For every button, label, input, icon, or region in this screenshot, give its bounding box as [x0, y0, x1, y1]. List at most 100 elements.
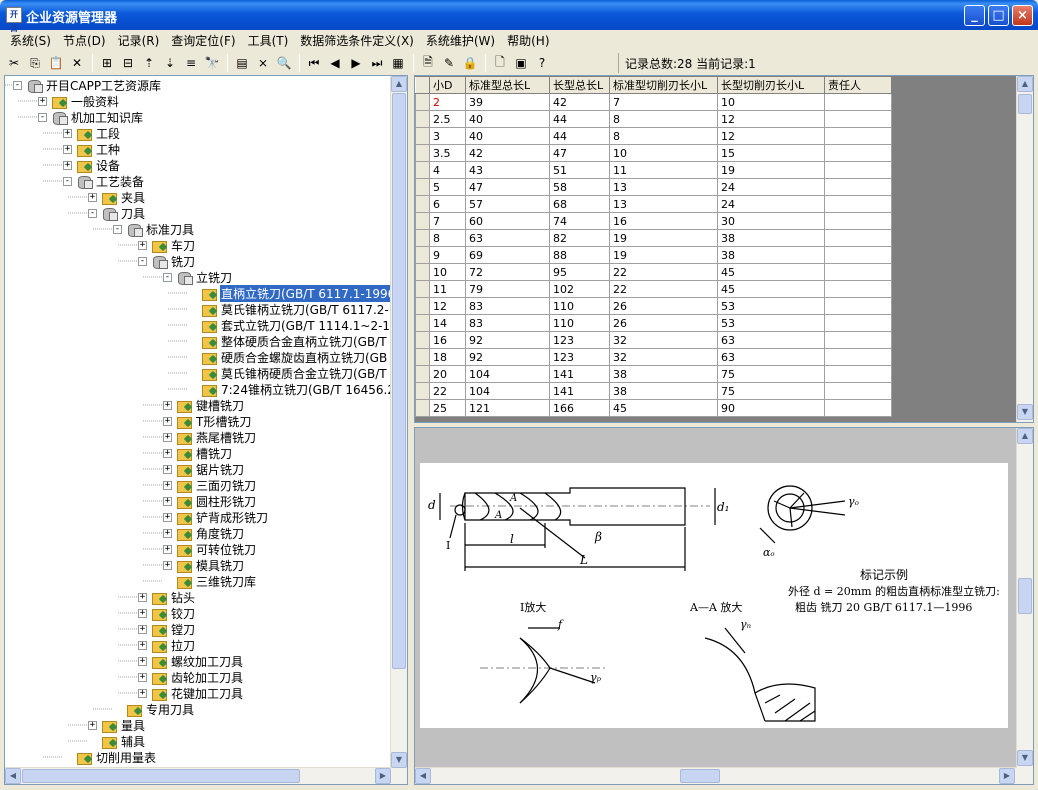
expand-icon[interactable]: + [138, 608, 147, 618]
tree-node-label[interactable]: 铲背成形铣刀 [195, 509, 269, 526]
table-row[interactable]: 5 47 58 13 24 [415, 178, 892, 196]
menu-item[interactable]: 帮助(H) [501, 32, 555, 49]
table-cell[interactable]: 110 [549, 297, 610, 315]
table-row[interactable]: 6 57 68 13 24 [415, 195, 892, 213]
tree-node-label[interactable]: 莫氏锥柄硬质合金立铣刀(GB/T [220, 365, 388, 382]
table-cell[interactable]: 72 [465, 263, 550, 281]
menu-item[interactable]: 工具(T) [242, 32, 295, 49]
table-cell[interactable]: 39 [465, 93, 550, 111]
expand-icon[interactable]: + [138, 656, 147, 666]
filter-icon[interactable]: ⨯ [253, 53, 273, 73]
scroll-up-button[interactable]: ▲ [391, 76, 407, 92]
table-cell[interactable]: 32 [609, 348, 718, 366]
row-header[interactable] [415, 280, 430, 298]
table-row[interactable]: 16 92 123 32 63 [415, 331, 892, 349]
table-cell[interactable]: 4 [429, 161, 466, 179]
tree-node[interactable]: - 刀具 [88, 205, 146, 221]
collapse-icon[interactable]: - [13, 80, 22, 90]
next-record-icon[interactable]: ▶ [346, 53, 366, 73]
table-row[interactable]: 2.5 40 44 8 12 [415, 110, 892, 128]
table-cell[interactable]: 141 [549, 382, 610, 400]
expand-icon[interactable]: + [163, 528, 172, 538]
table-cell[interactable]: 19 [609, 229, 718, 247]
scroll-down-button[interactable]: ▼ [391, 752, 407, 768]
tree-node-label[interactable]: 切削用量表 [95, 749, 157, 766]
table-cell[interactable]: 104 [465, 382, 550, 400]
table-cell[interactable] [824, 178, 892, 196]
row-header[interactable] [415, 382, 430, 400]
expand-icon[interactable]: + [138, 640, 147, 650]
tree-node-label[interactable]: 工艺装备 [95, 173, 145, 190]
hscroll-thumb[interactable] [22, 769, 300, 783]
data-grid-panel[interactable]: 小D 标准型总长L 长型总长L 标准型切削刃长小L 长型切削刃长小L 责任人 2 39 42 7… [414, 75, 1034, 423]
tree-node[interactable]: + 花键加工刀具 [138, 685, 244, 701]
tree-node[interactable]: 辅具 [88, 733, 146, 749]
tree-node[interactable]: + 一般资料 [38, 93, 120, 109]
drawing-vertical-scrollbar[interactable]: ▲ ▼ [1016, 428, 1033, 784]
table-cell[interactable]: 38 [609, 365, 718, 383]
menu-item[interactable]: 数据筛选条件定义(X) [294, 32, 420, 49]
row-header[interactable] [415, 348, 430, 366]
table-cell[interactable]: 74 [549, 212, 610, 230]
tree-node-label[interactable]: 三面刃铣刀 [195, 477, 257, 494]
table-cell[interactable]: 20 [429, 365, 466, 383]
tree-node[interactable]: 套式立铣刀(GB/T 1114.1~2-1' [188, 317, 394, 333]
data-grid[interactable]: 小D 标准型总长L 长型总长L 标准型切削刃长小L 长型切削刃长小L 责任人 2 39 42 7… [415, 76, 892, 417]
tree-node-label[interactable]: 槽铣刀 [195, 445, 233, 462]
drawing-hscroll-thumb[interactable] [680, 769, 720, 783]
table-cell[interactable]: 11 [429, 280, 466, 298]
tree-node[interactable]: 专用刀具 [113, 701, 195, 717]
row-header[interactable] [415, 365, 430, 383]
table-cell[interactable]: 10 [717, 93, 825, 111]
expand-icon[interactable]: + [138, 624, 147, 634]
tree-node-label[interactable]: 夹具 [120, 189, 146, 206]
tree-node[interactable]: + 齿轮加工刀具 [138, 669, 244, 685]
table-cell[interactable]: 42 [549, 93, 610, 111]
table-cell[interactable]: 16 [429, 331, 466, 349]
table-row[interactable]: 18 92 123 32 63 [415, 348, 892, 366]
collapse-icon[interactable]: - [138, 256, 147, 266]
tree-node-label[interactable]: 圆柱形铣刀 [195, 493, 257, 510]
tree-node-label[interactable]: 硬质合金螺旋齿直柄立铣刀(GB [220, 349, 388, 366]
cut-icon[interactable]: ✂ [4, 53, 24, 73]
table-row[interactable]: 7 60 74 16 30 [415, 212, 892, 230]
table-cell[interactable]: 44 [549, 110, 610, 128]
table-cell[interactable]: 60 [465, 212, 550, 230]
last-record-icon[interactable]: ⏭ [367, 53, 387, 73]
tree-node[interactable]: - 标准刀具 [113, 221, 195, 237]
table-cell[interactable] [824, 110, 892, 128]
row-header[interactable] [415, 144, 430, 162]
tree-node[interactable]: - 开目CAPP工艺资源库 [13, 77, 162, 93]
tree-node-label[interactable]: 锯片铣刀 [195, 461, 245, 478]
table-cell[interactable]: 92 [465, 348, 550, 366]
table-cell[interactable]: 15 [717, 144, 825, 162]
table-cell[interactable]: 92 [465, 331, 550, 349]
table-cell[interactable]: 40 [465, 127, 550, 145]
table-cell[interactable] [824, 246, 892, 264]
table-cell[interactable]: 12 [429, 297, 466, 315]
tree-node[interactable]: + 夹具 [88, 189, 146, 205]
tree-node[interactable]: + 铲背成形铣刀 [163, 509, 269, 525]
expand-icon[interactable]: + [163, 448, 172, 458]
expand-icon[interactable]: + [138, 592, 147, 602]
scroll-left-button[interactable]: ◀ [5, 768, 21, 784]
tree-vertical-scrollbar[interactable]: ▲ ▼ [390, 76, 407, 784]
expand-icon[interactable]: + [163, 512, 172, 522]
table-cell[interactable] [824, 263, 892, 281]
table-row[interactable]: 2 39 42 7 10 [415, 93, 892, 111]
table-cell[interactable] [824, 212, 892, 230]
table-cell[interactable]: 25 [429, 399, 466, 417]
table-cell[interactable]: 110 [549, 314, 610, 332]
table-cell[interactable]: 22 [429, 382, 466, 400]
document-icon[interactable]: 🗋 [490, 53, 510, 73]
table-cell[interactable]: 13 [609, 195, 718, 213]
table-cell[interactable] [824, 314, 892, 332]
scroll-thumb[interactable] [392, 93, 406, 669]
preview-icon[interactable]: 🔍 [274, 53, 294, 73]
collapse-icon[interactable]: - [88, 208, 97, 218]
table-row[interactable]: 4 43 51 11 19 [415, 161, 892, 179]
tree-node-label[interactable]: 莫氏锥柄立铣刀(GB/T 6117.2- [220, 301, 390, 318]
table-cell[interactable]: 69 [465, 246, 550, 264]
table-cell[interactable]: 68 [549, 195, 610, 213]
tree-node[interactable]: + 量具 [88, 717, 146, 733]
